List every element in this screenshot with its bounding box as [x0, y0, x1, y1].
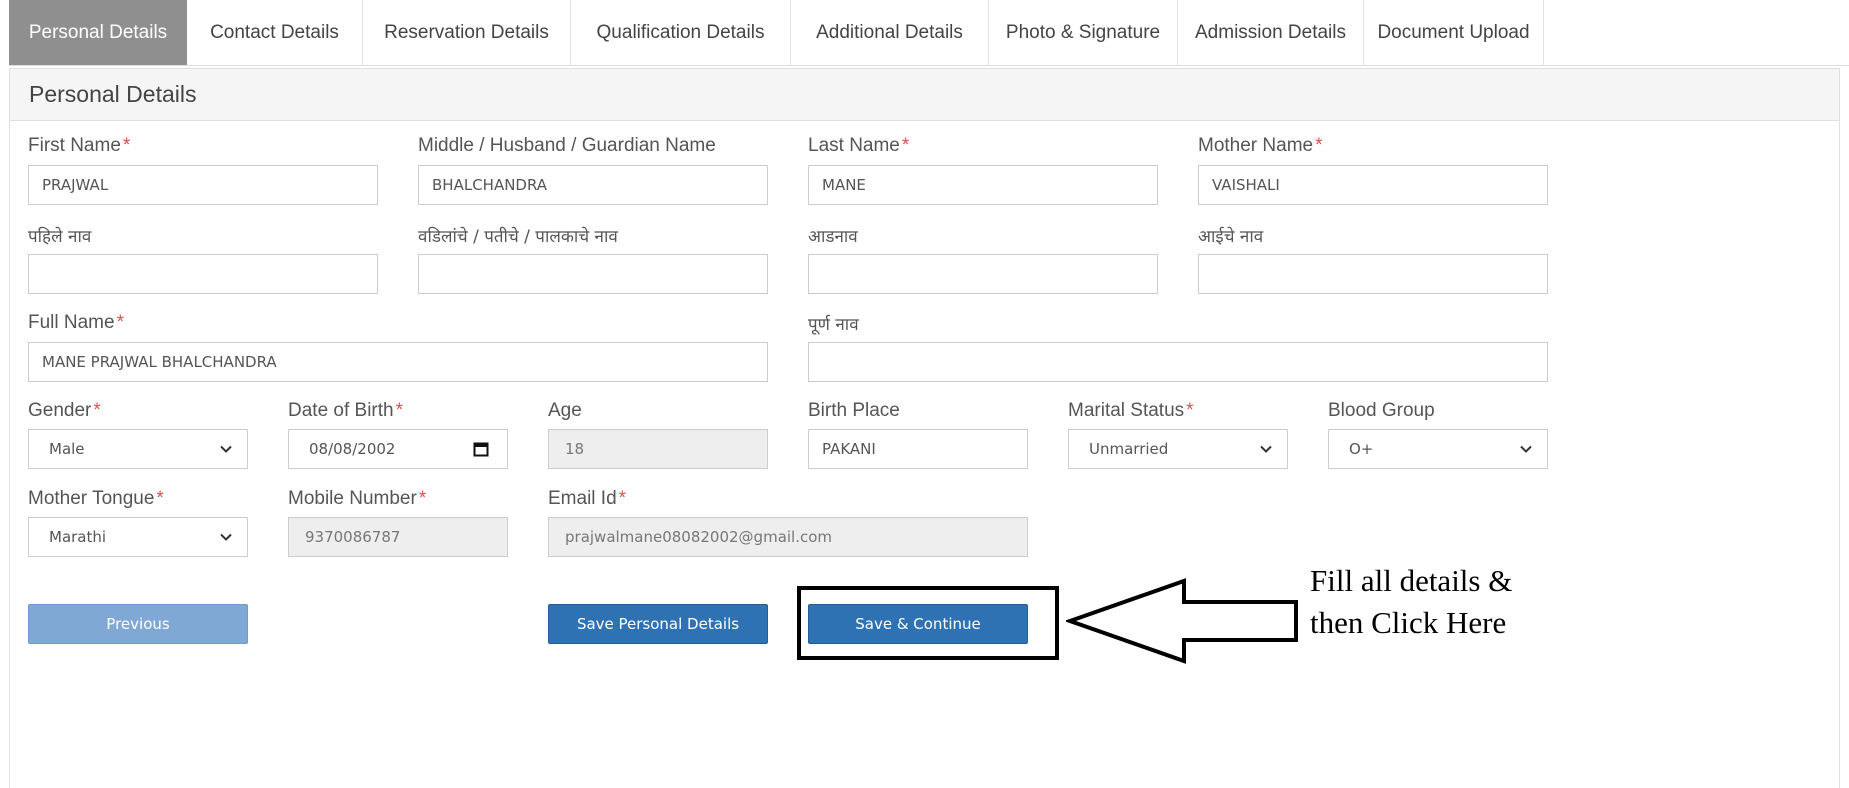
gender-label: Gender * — [28, 400, 101, 421]
required-mark: * — [618, 488, 627, 509]
required-mark: * — [418, 488, 427, 509]
mother-tongue-select[interactable]: Marathi — [28, 517, 248, 557]
required-mark: * — [156, 488, 164, 509]
mother-name-input[interactable]: VAISHALI — [1198, 165, 1548, 205]
last-name-marathi-input[interactable] — [808, 254, 1158, 294]
tab-document-upload[interactable]: Document Upload — [1364, 0, 1544, 65]
dob-label: Date of Birth * — [288, 400, 404, 421]
email-input: prajwalmane08082002@gmail.com — [548, 517, 1028, 557]
middle-name-marathi-label: वडिलांचे / पतीचे / पालकाचे नाव — [418, 227, 618, 247]
middle-name-input[interactable]: BHALCHANDRA — [418, 165, 768, 205]
mobile-label: Mobile Number * — [288, 488, 427, 509]
middle-name-marathi-input[interactable] — [418, 254, 768, 294]
middle-name-label: Middle / Husband / Guardian Name — [418, 135, 716, 156]
annotation-line-2: then Click Here — [1310, 605, 1507, 640]
first-name-marathi-input[interactable] — [28, 254, 378, 294]
required-mark: * — [1186, 400, 1194, 421]
last-name-marathi-label: आडनाव — [808, 227, 858, 247]
tab-photo-signature[interactable]: Photo & Signature — [989, 0, 1178, 65]
full-name-input[interactable]: MANE PRAJWAL BHALCHANDRA — [28, 342, 768, 382]
first-name-label: First Name * — [28, 135, 131, 156]
required-mark: * — [901, 135, 910, 156]
previous-button[interactable]: Previous — [28, 604, 248, 644]
tab-qualification-details[interactable]: Qualification Details — [571, 0, 791, 65]
dob-input[interactable]: 08/08/2002 — [288, 429, 508, 469]
birth-place-input[interactable]: PAKANI — [808, 429, 1028, 469]
chevron-down-icon — [220, 445, 232, 453]
chevron-down-icon — [1520, 445, 1532, 453]
tab-bar: Personal Details Contact Details Reserva… — [9, 0, 1849, 66]
tab-admission-details[interactable]: Admission Details — [1178, 0, 1364, 65]
mobile-input: 9370086787 — [288, 517, 508, 557]
left-arrow-icon — [1066, 578, 1298, 664]
last-name-input[interactable]: MANE — [808, 165, 1158, 205]
mother-name-marathi-input[interactable] — [1198, 254, 1548, 294]
blood-group-select[interactable]: O+ — [1328, 429, 1548, 469]
calendar-icon[interactable] — [473, 441, 489, 457]
tab-additional-details[interactable]: Additional Details — [791, 0, 989, 65]
gender-select[interactable]: Male — [28, 429, 248, 469]
required-mark: * — [1315, 135, 1323, 156]
required-mark: * — [122, 135, 131, 156]
marital-status-label: Marital Status * — [1068, 400, 1194, 421]
annotation-text: Fill all details & then Click Here — [1310, 560, 1512, 644]
email-label: Email Id * — [548, 488, 627, 509]
full-name-marathi-label: पूर्ण नाव — [808, 315, 859, 335]
chevron-down-icon — [220, 533, 232, 541]
annotation-line-1: Fill all details & — [1310, 563, 1513, 598]
first-name-input[interactable]: PRAJWAL — [28, 165, 378, 205]
full-name-label: Full Name * — [28, 312, 124, 333]
first-name-marathi-label: पहिले नाव — [28, 227, 92, 247]
mother-name-label: Mother Name * — [1198, 135, 1323, 156]
tab-reservation-details[interactable]: Reservation Details — [363, 0, 571, 65]
chevron-down-icon — [1260, 445, 1272, 453]
full-name-marathi-input[interactable] — [808, 342, 1548, 382]
blood-group-label: Blood Group — [1328, 400, 1435, 421]
age-label: Age — [548, 400, 582, 421]
required-mark: * — [93, 400, 101, 421]
last-name-label: Last Name * — [808, 135, 910, 156]
mother-name-marathi-label: आईचे नाव — [1198, 227, 1264, 247]
tab-contact-details[interactable]: Contact Details — [187, 0, 363, 65]
required-mark: * — [116, 312, 124, 333]
panel-title: Personal Details — [10, 69, 1839, 121]
birth-place-label: Birth Place — [808, 400, 900, 421]
save-personal-details-button[interactable]: Save Personal Details — [548, 604, 768, 644]
age-input: 18 — [548, 429, 768, 469]
mother-tongue-label: Mother Tongue * — [28, 488, 164, 509]
marital-status-select[interactable]: Unmarried — [1068, 429, 1288, 469]
required-mark: * — [395, 400, 404, 421]
annotation-highlight-box — [797, 586, 1059, 660]
tab-personal-details[interactable]: Personal Details — [9, 0, 187, 65]
